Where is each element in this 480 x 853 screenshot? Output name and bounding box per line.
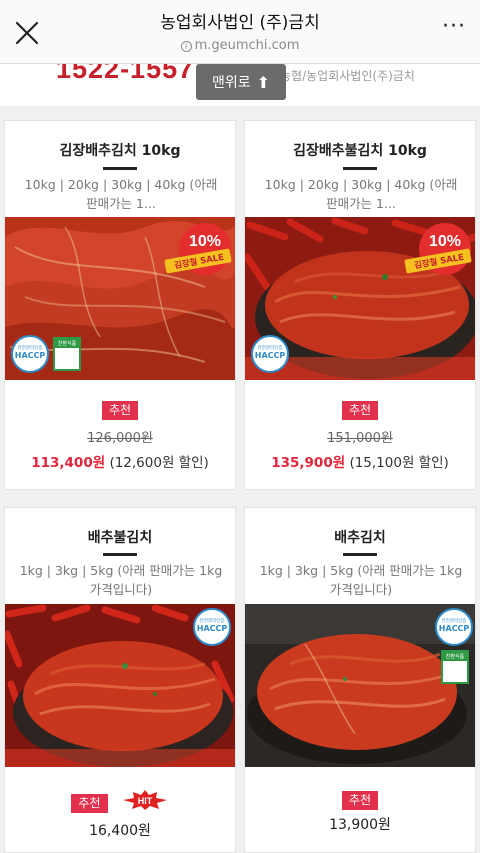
haccp-badge: 안전관리인증 HACCP	[251, 335, 289, 373]
discount-amount: (12,600원 할인)	[109, 455, 209, 471]
haccp-text: HACCP	[14, 351, 46, 360]
price-line: 135,900원 (15,100원 할인)	[245, 451, 475, 471]
product-title[interactable]: 김장배추불김치 10kg	[245, 140, 475, 160]
sale-badge: 10% 김장철 SALE	[403, 221, 473, 285]
product-description: 10kg | 20kg | 30kg | 40kg (아래 판매가는 1...	[264, 177, 458, 211]
phone-number[interactable]: 1522-1557	[56, 64, 194, 85]
title-divider	[103, 553, 137, 556]
eco-badge: 친환식품	[53, 337, 81, 371]
original-price: 151,000원	[327, 431, 393, 446]
product-title[interactable]: 배추불김치	[5, 527, 235, 547]
recommend-row: 추천 HIT	[5, 789, 235, 815]
discount-amount: (15,100원 할인)	[349, 455, 449, 471]
company-path: 농협/농업회사법인(주)금치	[280, 69, 415, 83]
haccp-text: HACCP	[438, 624, 470, 633]
product-card[interactable]: 배추불김치 1kg | 3kg | 5kg (아래 판매가는 1kg 가격입니다…	[4, 507, 236, 853]
recommend-badge: 추천	[341, 401, 379, 420]
title-divider	[343, 553, 377, 556]
back-to-top-button[interactable]: 맨위로 ⬆	[196, 64, 286, 100]
product-title[interactable]: 김장배추김치 10kg	[5, 140, 235, 160]
hit-text: HIT	[137, 796, 152, 806]
sale-price: 135,900원	[271, 455, 346, 471]
original-price: 126,000원	[87, 431, 153, 446]
more-icon: ···	[442, 14, 466, 39]
recommend-row: 추천	[245, 399, 475, 420]
product-description: 10kg | 20kg | 30kg | 40kg (아래 판매가는 1...	[24, 177, 218, 211]
sale-percent: 10%	[428, 233, 462, 250]
eco-text: 친환식품	[443, 652, 467, 661]
product-title[interactable]: 배추김치	[245, 527, 475, 547]
haccp-badge: 안전관리인증 HACCP	[435, 608, 473, 646]
more-button[interactable]: ···	[442, 16, 466, 42]
eco-badge: 친환식품	[441, 650, 469, 684]
close-button[interactable]	[12, 18, 42, 48]
url-text: m.geumchi.com	[194, 38, 300, 53]
product-card[interactable]: 김장배추불김치 10kg 10kg | 20kg | 30kg | 40kg (…	[244, 120, 476, 490]
page-title: 농업회사법인 (주)금치	[160, 13, 320, 33]
close-icon	[15, 21, 39, 45]
product-description: 1kg | 3kg | 5kg (아래 판매가는 1kg 가격입니다)	[259, 563, 463, 597]
product-price: 13,900원	[329, 817, 391, 833]
haccp-text: HACCP	[254, 351, 286, 360]
browser-top-bar: 농업회사법인 (주)금치 i m.geumchi.com ···	[0, 0, 480, 64]
sale-badge: 10% 김장철 SALE	[163, 221, 233, 285]
arrow-up-icon: ⬆	[256, 72, 271, 92]
hit-badge: HIT	[121, 789, 169, 815]
info-icon: i	[180, 41, 192, 52]
haccp-badge: 안전관리인증 HACCP	[193, 608, 231, 646]
sale-price: 113,400원	[31, 455, 106, 471]
product-card[interactable]: 배추김치 1kg | 3kg | 5kg (아래 판매가는 1kg 가격입니다)…	[244, 507, 476, 853]
eco-text: 친환식품	[55, 339, 79, 348]
recommend-row: 추천	[5, 399, 235, 420]
product-description: 1kg | 3kg | 5kg (아래 판매가는 1kg 가격입니다)	[19, 563, 223, 597]
product-price: 16,400원	[89, 823, 151, 839]
price-line: 113,400원 (12,600원 할인)	[5, 451, 235, 471]
recommend-badge: 추천	[71, 793, 108, 813]
haccp-badge: 안전관리인증 HACCP	[11, 335, 49, 373]
title-divider	[103, 167, 137, 170]
product-card[interactable]: 김장배추김치 10kg 10kg | 20kg | 30kg | 40kg (아…	[4, 120, 236, 490]
back-to-top-label: 맨위로	[211, 75, 251, 91]
title-block: 농업회사법인 (주)금치 i m.geumchi.com	[80, 12, 400, 54]
recommend-row: 추천	[245, 789, 475, 810]
haccp-text: HACCP	[196, 624, 228, 633]
title-divider	[343, 167, 377, 170]
url-display[interactable]: i m.geumchi.com	[80, 38, 400, 54]
recommend-badge: 추천	[341, 791, 379, 810]
recommend-badge: 추천	[101, 401, 139, 420]
sale-percent: 10%	[188, 233, 222, 250]
